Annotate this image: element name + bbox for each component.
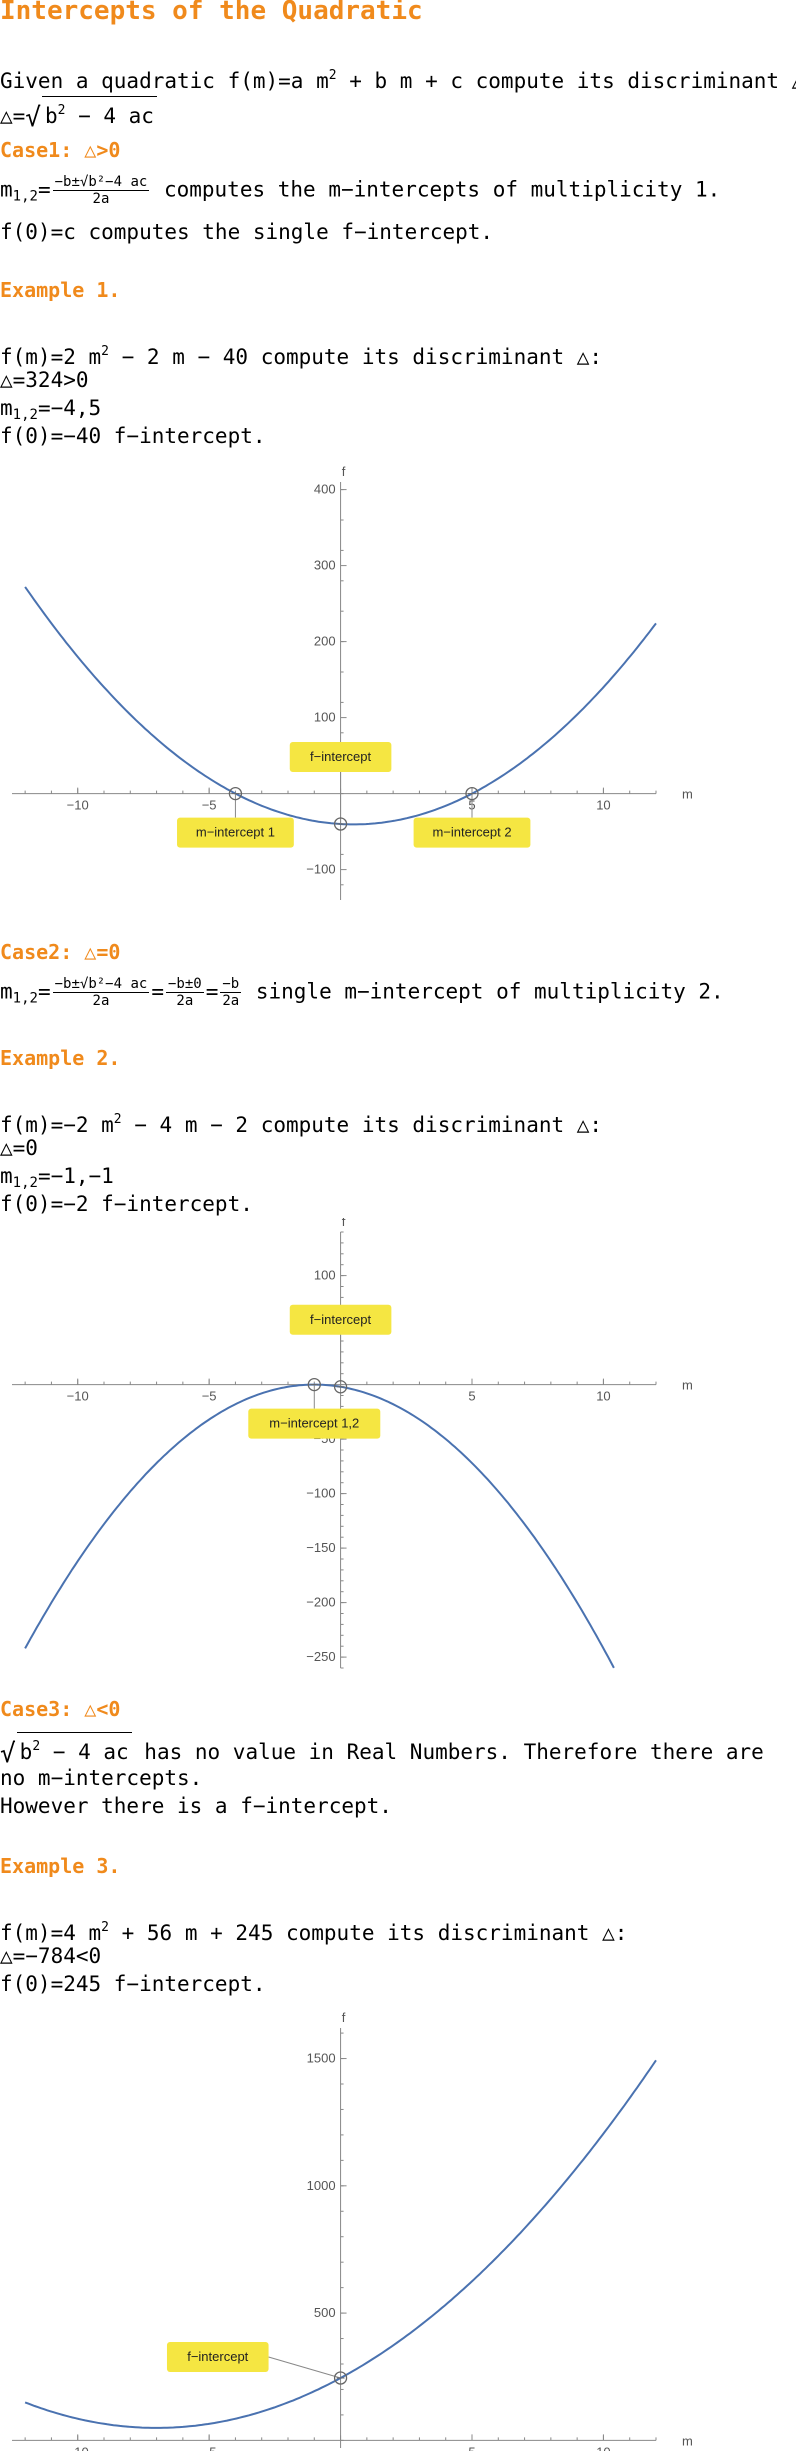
case3-heading: Case3: △<0	[0, 1697, 121, 1721]
x-tick-label: −10	[67, 1389, 89, 1404]
y-tick-label: −250	[306, 1649, 335, 1664]
case3-line1: √ b2 − 4 ac has no value in Real Numbers.…	[0, 1732, 764, 1768]
x-tick-label: 10	[596, 798, 610, 813]
case3-line2: no m−intercepts.	[0, 1766, 203, 1790]
x-tick-label: −10	[67, 798, 89, 813]
example2-chart: −10−5510−250−200−150−100−5050100mfm−inte…	[12, 1218, 693, 1669]
example1-line4: f(0)=−40 f−intercept.	[0, 424, 266, 448]
case1-formula: m1,2= −b±√b²−4 ac 2a computes the m−interc…	[0, 174, 721, 207]
example2-line2: △=0	[0, 1136, 38, 1160]
callout-label: m−intercept 1	[196, 825, 275, 840]
intro-line: Given a quadratic f(m)=a m2 + b m + c co…	[0, 68, 796, 93]
example1-chart: −10−5510−100100200300400mfm−intercept 1m…	[12, 464, 693, 900]
case1-line2: f(0)=c computes the single f−intercept.	[0, 220, 494, 244]
x-tick-label: −5	[202, 2444, 217, 2451]
example2-line4: f(0)=−2 f−intercept.	[0, 1192, 253, 1216]
y-axis-label: f	[342, 1218, 346, 1229]
example1-line2: △=324>0	[0, 368, 89, 392]
page-title: Intercepts of the Quadratic	[0, 0, 423, 26]
x-tick-label: 10	[596, 2444, 610, 2451]
example1-heading: Example 1.	[0, 278, 121, 302]
y-tick-label: −150	[306, 1540, 335, 1555]
y-tick-label: 100	[314, 1268, 336, 1283]
y-axis-label: f	[342, 2010, 346, 2025]
example2-line1: f(m)=−2 m2 − 4 m − 2 compute its discrim…	[0, 1112, 603, 1137]
example3-line2: △=−784<0	[0, 1944, 102, 1968]
y-tick-label: 400	[314, 482, 336, 497]
case3-line3: However there is a f−intercept.	[0, 1794, 392, 1818]
y-tick-label: 1500	[307, 2051, 336, 2066]
example3-heading: Example 3.	[0, 1854, 121, 1878]
x-axis-label: m	[682, 787, 693, 802]
example1-line1: f(m)=2 m2 − 2 m − 40 compute its discrim…	[0, 344, 603, 369]
y-tick-label: 300	[314, 558, 336, 573]
x-tick-label: 5	[468, 2444, 475, 2451]
callout-leader	[268, 2356, 341, 2379]
example3-chart: −10 −5 5 10 500 1000 1500 m f f−intercept	[12, 2010, 693, 2451]
y-tick-label: 100	[314, 710, 336, 725]
y-tick-label: −100	[306, 862, 335, 877]
discriminant-formula: △=√ b2 − 4 ac	[0, 96, 157, 132]
y-axis-label: f	[342, 464, 346, 479]
callout-label: m−intercept 1,2	[269, 1416, 359, 1431]
y-tick-label: −200	[306, 1595, 335, 1610]
callout-label: f−intercept	[187, 2349, 248, 2364]
y-tick-label: 1000	[307, 2178, 336, 2193]
y-tick-label: 500	[314, 2305, 336, 2320]
x-axis-label: m	[682, 2433, 693, 2448]
example2-heading: Example 2.	[0, 1046, 121, 1070]
case2-formula: m1,2= −b±√b²−4 ac 2a = −b±0 2a = −b 2a single m−…	[0, 976, 724, 1009]
example3-line3: f(0)=245 f−intercept.	[0, 1972, 266, 1996]
case2-heading: Case2: △=0	[0, 940, 121, 964]
y-tick-label: 200	[314, 634, 336, 649]
y-tick-label: −100	[306, 1486, 335, 1501]
x-axis-label: m	[682, 1378, 693, 1393]
x-tick-label: −10	[67, 2444, 89, 2451]
callout-label: f−intercept	[310, 749, 371, 764]
x-tick-label: −5	[202, 1389, 217, 1404]
callout-label: m−intercept 2	[432, 825, 511, 840]
x-tick-label: 5	[468, 1389, 475, 1404]
x-tick-label: −5	[202, 798, 217, 813]
callout-label: f−intercept	[310, 1312, 371, 1327]
x-tick-label: 10	[596, 1389, 610, 1404]
case1-heading: Case1: △>0	[0, 138, 121, 162]
